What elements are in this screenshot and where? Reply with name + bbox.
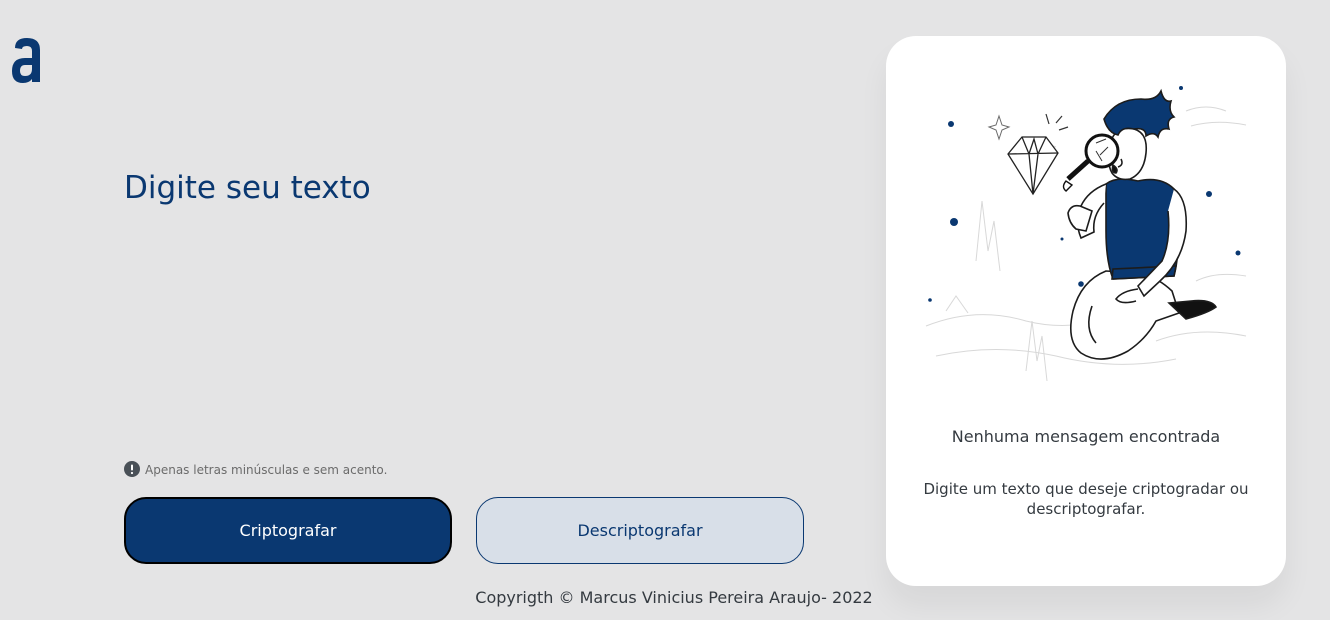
output-card: Nenhuma mensagem encontrada Digite um te… <box>886 36 1286 586</box>
hint: Apenas letras minúsculas e sem acento. <box>124 460 387 477</box>
footer-copyright: Copyrigth © Marcus Vinicius Pereira Arau… <box>475 588 873 607</box>
decrypt-button[interactable]: Descriptografar <box>476 497 804 564</box>
page: Apenas letras minúsculas e sem acento. C… <box>0 0 1330 620</box>
empty-state-title: Nenhuma mensagem encontrada <box>951 427 1221 446</box>
person-with-magnifying-glass-illustration <box>925 86 1247 382</box>
hint-text: Apenas letras minúsculas e sem acento. <box>145 463 388 477</box>
text-input[interactable] <box>124 168 824 438</box>
exclamation-circle-icon <box>124 460 140 477</box>
encrypt-button[interactable]: Criptografar <box>124 497 452 564</box>
alura-a-logo-icon[interactable] <box>9 34 45 86</box>
empty-state-description: Digite um texto que deseje criptogradar … <box>923 480 1249 518</box>
